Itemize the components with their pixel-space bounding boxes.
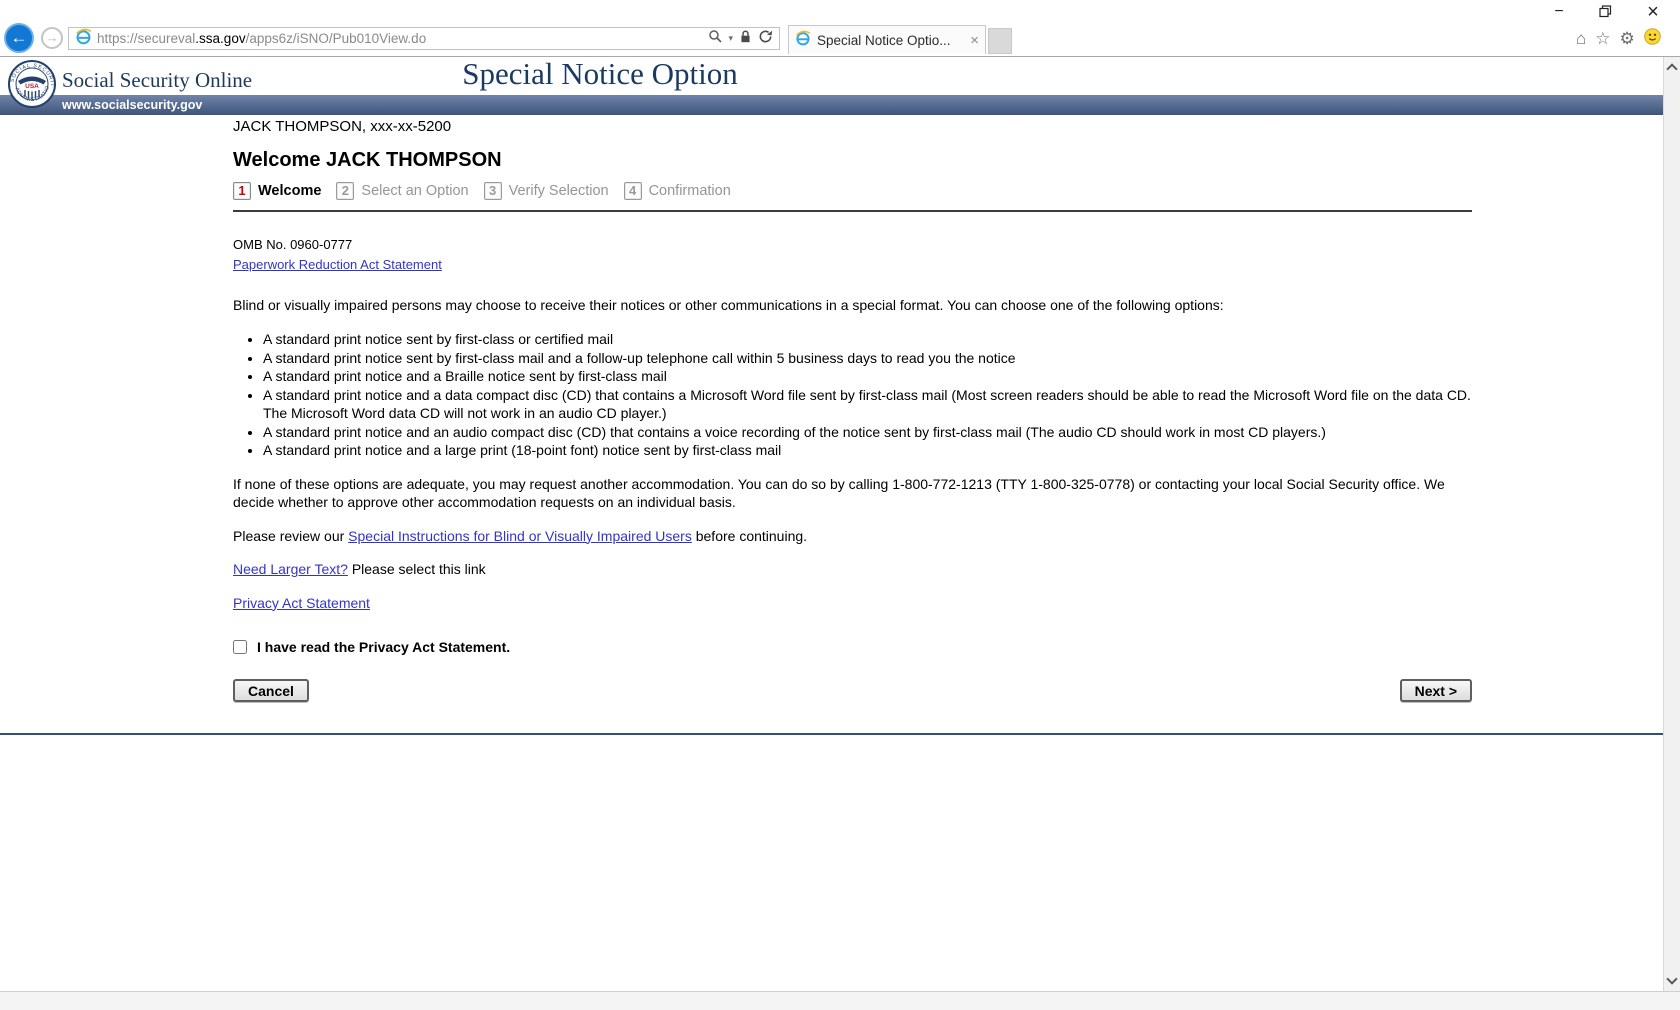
back-button[interactable]: ← <box>4 23 34 53</box>
main-content: JACK THOMPSON, xxx-xx-5200 Welcome JACK … <box>233 118 1472 702</box>
browser-chrome: − × ← → https://secureval.ssa.gov/apps6z… <box>0 0 1680 56</box>
svg-text:USA: USA <box>25 83 39 90</box>
step-label: Verify Selection <box>509 182 609 201</box>
site-url-label: www.socialsecurity.gov <box>62 98 202 112</box>
privacy-act-statement-link[interactable]: Privacy Act Statement <box>233 595 370 611</box>
step-confirmation: 4 Confirmation <box>624 182 731 201</box>
accommodation-paragraph: If none of these options are adequate, y… <box>233 475 1472 512</box>
progress-steps: 1 Welcome 2 Select an Option 3 Verify Se… <box>233 182 1472 212</box>
step-label: Confirmation <box>649 182 731 201</box>
privacy-acknowledgement-checkbox[interactable] <box>233 640 247 654</box>
step-label: Select an Option <box>361 182 468 201</box>
blue-header-bar <box>0 95 1663 115</box>
tab-title: Special Notice Optio... <box>817 33 966 48</box>
user-identity-line: JACK THOMPSON, xxx-xx-5200 <box>233 118 1472 137</box>
browser-window: − × ← → https://secureval.ssa.gov/apps6z… <box>0 0 1680 1010</box>
step-welcome: 1 Welcome <box>233 182 321 201</box>
ie-logo-icon <box>795 30 811 51</box>
special-instructions-link[interactable]: Special Instructions for Blind or Visual… <box>348 528 692 544</box>
next-button[interactable]: Next > <box>1400 679 1472 702</box>
restore-icon[interactable] <box>1592 4 1618 22</box>
list-item: A standard print notice and an audio com… <box>263 423 1472 442</box>
cancel-button[interactable]: Cancel <box>233 679 309 702</box>
need-larger-text-link[interactable]: Need Larger Text? <box>233 561 348 577</box>
list-item: A standard print notice and a large prin… <box>263 441 1472 460</box>
list-item: A standard print notice sent by first-cl… <box>263 330 1472 349</box>
feedback-smiley-icon[interactable] <box>1644 28 1661 50</box>
list-item: A standard print notice and a Braille no… <box>263 367 1472 386</box>
step-label: Welcome <box>258 182 321 201</box>
bottom-window-strip <box>0 991 1680 1010</box>
step-number: 2 <box>336 182 354 200</box>
url-text[interactable]: https://secureval.ssa.gov/apps6z/iSNO/Pu… <box>97 31 708 46</box>
review-instructions-line: Please review our Special Instructions f… <box>233 527 1472 546</box>
address-bar-icons: ▾ <box>708 29 779 49</box>
intro-paragraph: Blind or visually impaired persons may c… <box>233 296 1472 315</box>
forward-button[interactable]: → <box>41 27 63 49</box>
window-controls: − × <box>1540 4 1670 22</box>
scroll-down-icon[interactable] <box>1666 973 1677 984</box>
welcome-heading: Welcome JACK THOMPSON <box>233 151 1472 170</box>
browser-toolbar-icons: ⌂ ☆ ⚙ <box>1576 29 1676 49</box>
refresh-icon[interactable] <box>758 29 773 49</box>
step-number: 1 <box>233 182 251 200</box>
search-icon[interactable] <box>708 29 722 48</box>
brand-title: Social Security Online <box>62 68 252 93</box>
lock-icon <box>739 29 752 49</box>
checkbox-label: I have read the Privacy Act Statement. <box>257 638 510 657</box>
privacy-acknowledgement-row: I have read the Privacy Act Statement. <box>233 638 1472 657</box>
close-tab-icon[interactable]: × <box>970 32 979 49</box>
page-title: Special Notice Option <box>462 56 738 92</box>
ssa-logo: SOCIAL SECURITY ADMINISTRATION USA <box>8 60 56 113</box>
gear-icon[interactable]: ⚙ <box>1620 30 1635 48</box>
favorites-star-icon[interactable]: ☆ <box>1595 30 1610 48</box>
step-number: 4 <box>624 182 642 200</box>
notice-options-list: A standard print notice sent by first-cl… <box>233 330 1472 460</box>
content-bottom-rule <box>0 733 1663 735</box>
ie-logo-icon <box>75 28 92 50</box>
vertical-scrollbar[interactable] <box>1663 57 1680 991</box>
close-window-icon[interactable]: × <box>1640 4 1666 22</box>
step-verify-selection: 3 Verify Selection <box>484 182 609 201</box>
list-item: A standard print notice and a data compa… <box>263 386 1472 423</box>
scroll-up-icon[interactable] <box>1666 63 1677 74</box>
larger-text-line: Need Larger Text? Please select this lin… <box>233 560 1472 579</box>
minimize-icon[interactable]: − <box>1546 4 1572 22</box>
home-icon[interactable]: ⌂ <box>1576 30 1586 48</box>
list-item: A standard print notice sent by first-cl… <box>263 349 1472 368</box>
step-select-an-option: 2 Select an Option <box>336 182 468 201</box>
new-tab-button[interactable] <box>988 28 1012 54</box>
form-buttons-row: Cancel Next > <box>233 679 1472 702</box>
browser-tab[interactable]: Special Notice Optio... × <box>788 25 986 54</box>
chevron-down-icon[interactable]: ▾ <box>728 33 733 44</box>
omb-number: OMB No. 0960-0777 <box>233 236 1472 255</box>
paperwork-reduction-act-link[interactable]: Paperwork Reduction Act Statement <box>233 257 442 272</box>
address-bar[interactable]: https://secureval.ssa.gov/apps6z/iSNO/Pu… <box>68 27 780 50</box>
step-number: 3 <box>484 182 502 200</box>
